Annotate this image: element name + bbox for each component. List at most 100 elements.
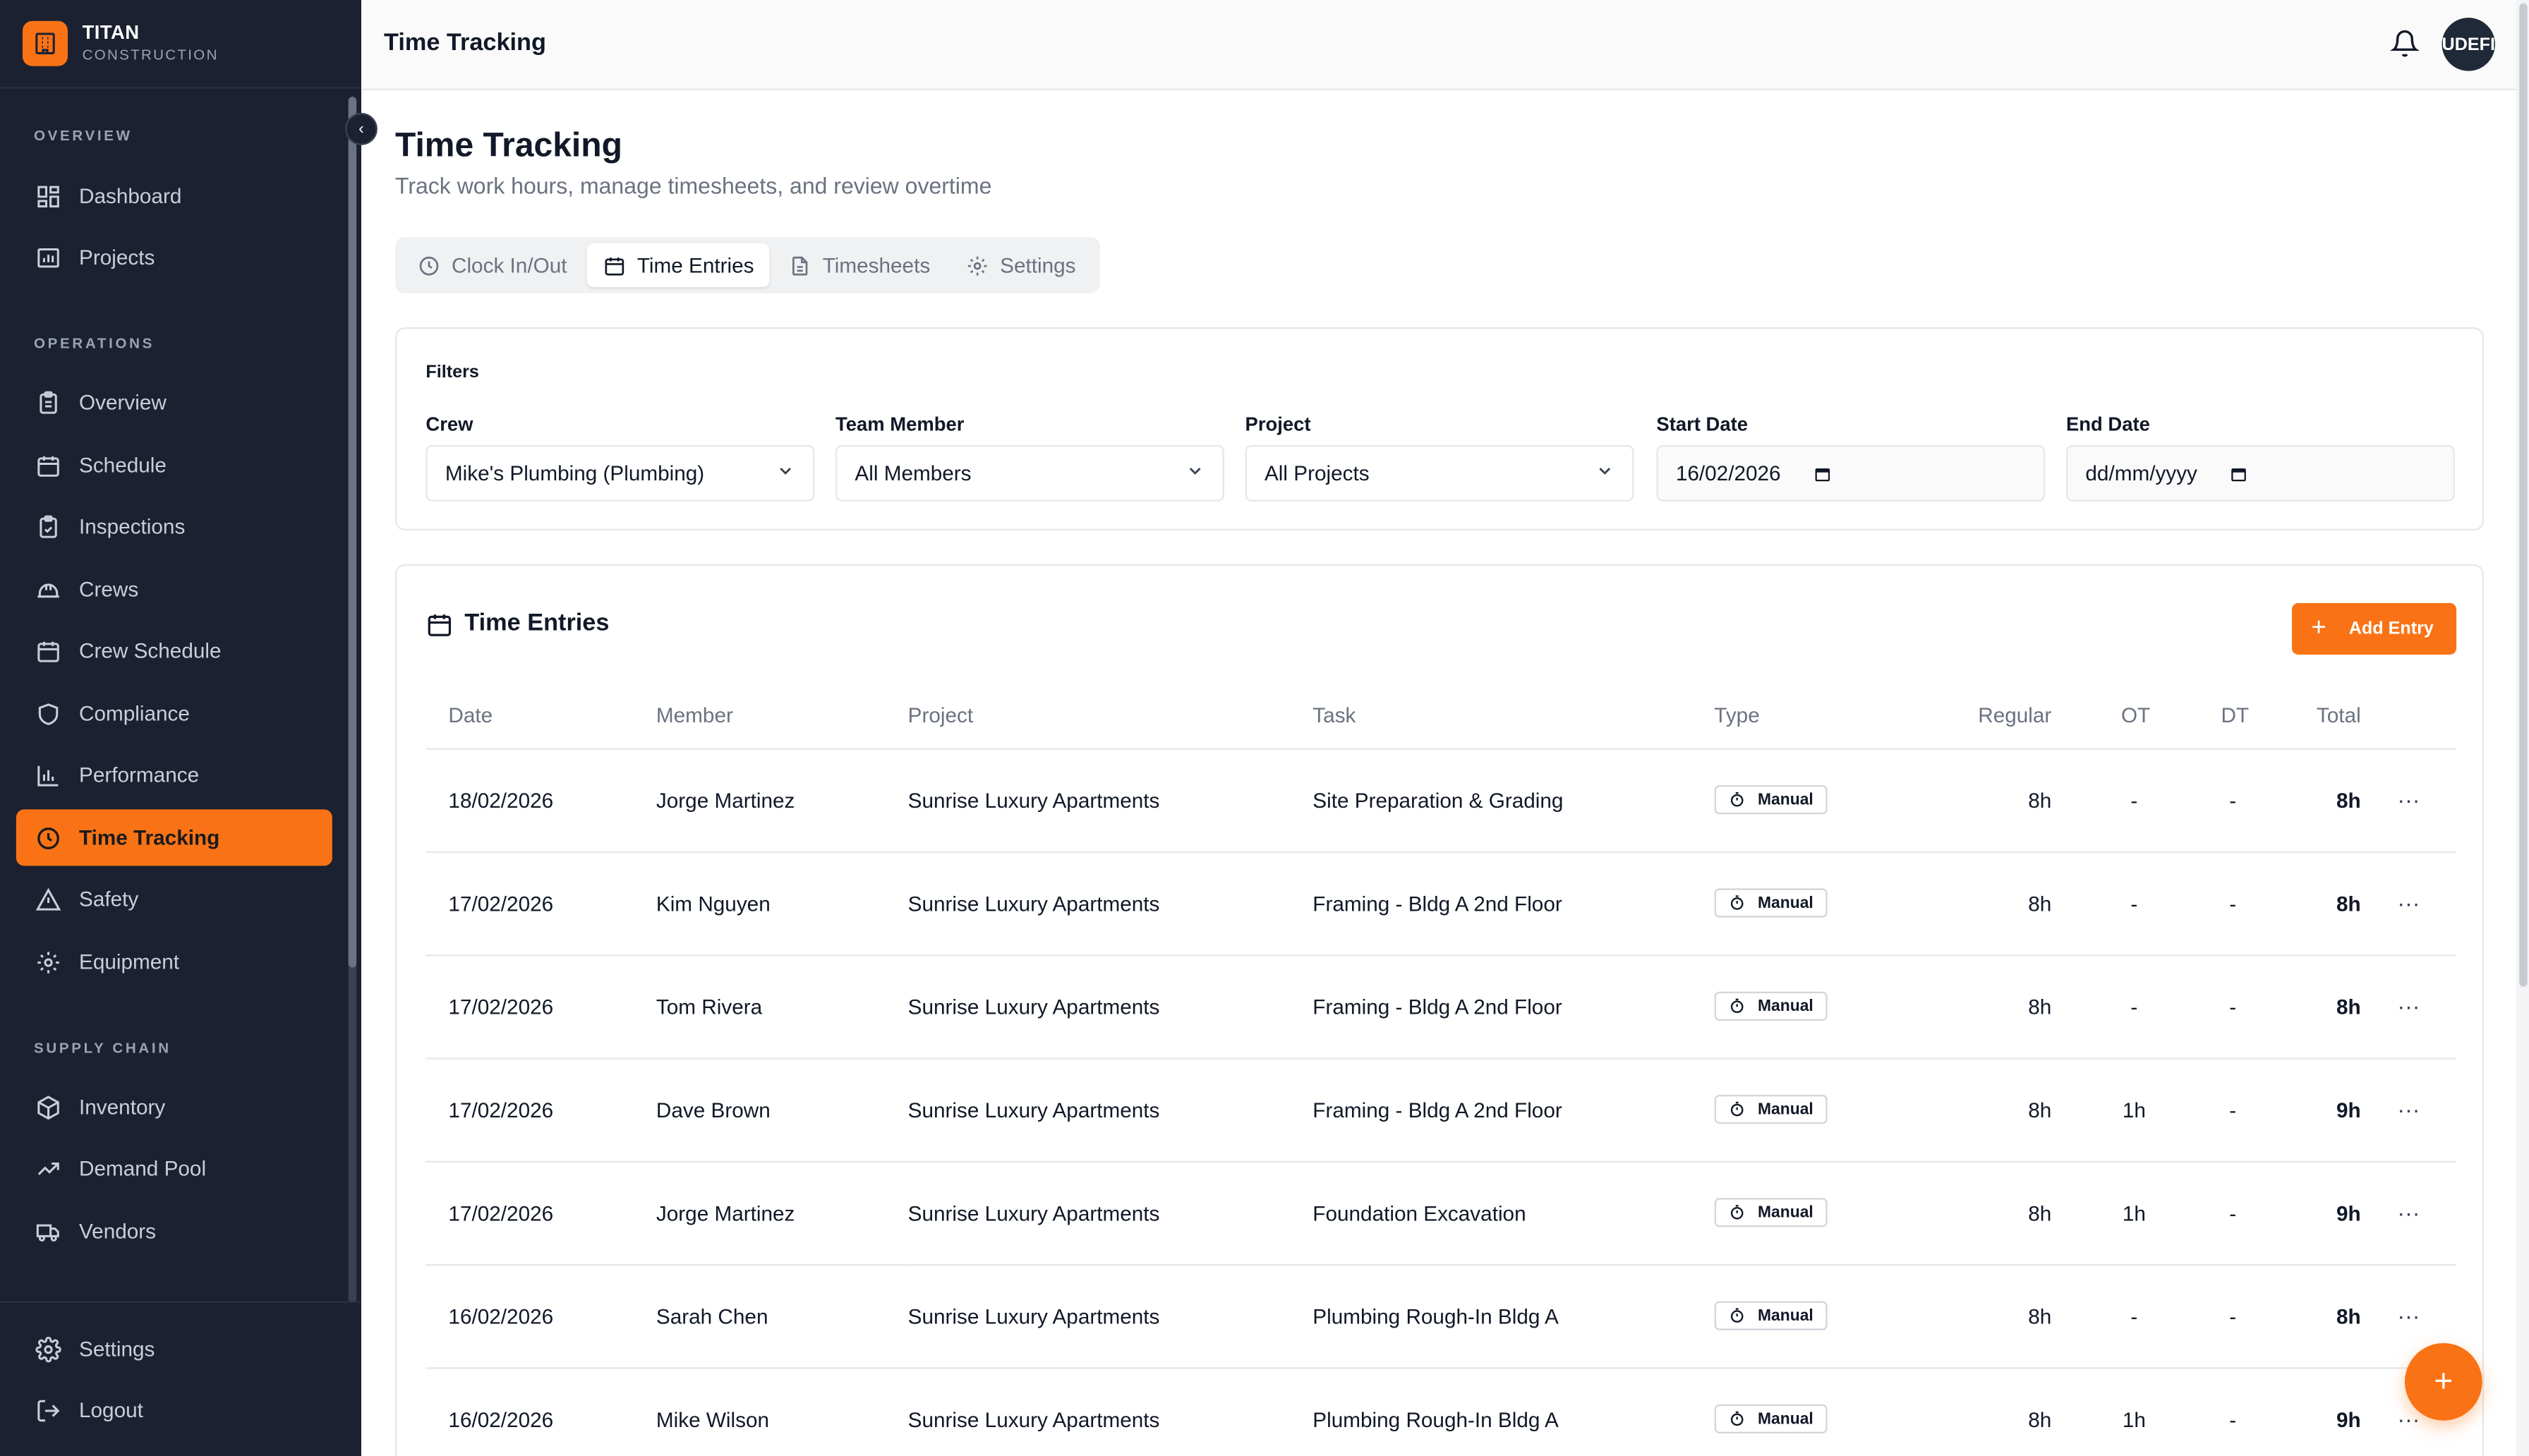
calendar-icon[interactable]	[1813, 463, 1832, 483]
chevron-down-icon	[775, 461, 795, 485]
end-date-placeholder: dd/mm/yyyy	[2085, 461, 2197, 485]
row-actions-button[interactable]: ···	[2360, 748, 2457, 852]
column-header-project[interactable]: Project	[907, 684, 1313, 749]
page-subtitle: Track work hours, manage timesheets, and…	[394, 172, 992, 199]
table-row[interactable]: 16/02/2026 Mike Wilson Sunrise Luxury Apar…	[425, 1367, 2457, 1456]
sidebar-item-performance[interactable]: Performance	[16, 746, 332, 803]
cell-total: 9h	[2249, 1160, 2361, 1266]
cell-member: Sarah Chen	[656, 1263, 908, 1369]
sidebar-item-dashboard[interactable]: Dashboard	[16, 168, 332, 224]
row-actions-button[interactable]: ···	[2360, 954, 2457, 1059]
cell-type: Manual	[1714, 748, 1929, 852]
sidebar-item-settings[interactable]: Settings	[16, 1321, 332, 1377]
sidebar-item-crews[interactable]: Crews	[16, 561, 332, 617]
column-header-total[interactable]: Total	[2249, 684, 2361, 749]
user-avatar[interactable]: UDEFI	[2442, 18, 2495, 71]
add-entry-button[interactable]: + Add Entry	[2291, 602, 2457, 655]
column-header-type[interactable]: Type	[1714, 684, 1929, 749]
page-scrollbar-thumb[interactable]	[2519, 3, 2528, 987]
sidebar-item-inventory[interactable]: Inventory	[16, 1079, 332, 1135]
tab-time-entries[interactable]: Time Entries	[586, 243, 771, 287]
cell-ot-value: -	[2130, 890, 2138, 916]
sidebar-item-label: Overview	[78, 390, 167, 415]
end-date-label: End Date	[2065, 413, 2150, 436]
cell-task: Framing - Bldg A 2nd Floor	[1312, 851, 1715, 956]
column-header-task[interactable]: Task	[1312, 684, 1715, 749]
calendar-icon[interactable]	[2230, 463, 2249, 483]
sidebar-item-projects[interactable]: Projects	[16, 229, 332, 286]
start-date-input[interactable]: 16/02/2026	[1656, 444, 2046, 502]
add-entry-label: Add Entry	[2348, 619, 2434, 639]
cell-ot: -	[2051, 851, 2151, 956]
sidebar-item-vendors[interactable]: Vendors	[16, 1203, 332, 1259]
end-date-input[interactable]: dd/mm/yyyy	[2065, 444, 2455, 502]
sidebar-item-time-tracking[interactable]: Time Tracking	[16, 809, 332, 866]
row-actions-button[interactable]: ···	[2360, 1057, 2457, 1162]
brand-name: TITAN	[82, 21, 140, 44]
sidebar-item-label: Settings	[78, 1336, 155, 1361]
cell-project: Sunrise Luxury Apartments	[907, 1367, 1313, 1456]
sidebar-item-label: Performance	[78, 763, 200, 787]
cell-member: Kim Nguyen	[656, 851, 908, 956]
gear-icon	[966, 254, 989, 277]
sidebar-scrollbar-thumb[interactable]	[348, 97, 357, 968]
sidebar-item-equipment[interactable]: Equipment	[16, 933, 332, 990]
truck-icon	[34, 1217, 63, 1246]
sidebar-item-label: Safety	[78, 887, 139, 911]
sidebar-item-label: Logout	[78, 1397, 143, 1422]
sidebar-item-demand-pool[interactable]: Demand Pool	[16, 1140, 332, 1196]
cell-type: Manual	[1714, 1367, 1929, 1456]
cell-task: Site Preparation & Grading	[1312, 748, 1715, 852]
bell-icon[interactable]	[2389, 29, 2422, 61]
column-header-regular[interactable]: Regular	[1928, 684, 2052, 749]
cell-project: Sunrise Luxury Apartments	[907, 851, 1313, 956]
cell-task: Framing - Bldg A 2nd Floor	[1312, 1057, 1715, 1162]
column-header-member[interactable]: Member	[656, 684, 908, 749]
timer-icon	[1729, 1411, 1745, 1427]
tab-bar: Clock In/Out Time Entries Timesheets Set…	[394, 236, 1100, 293]
clock-icon	[34, 823, 63, 852]
table-row[interactable]: 16/02/2026 Sarah Chen Sunrise Luxury Apart…	[425, 1263, 2457, 1369]
project-select[interactable]: All Projects	[1245, 444, 1634, 502]
more-horizontal-icon: ···	[2397, 1302, 2420, 1329]
column-header-dt[interactable]: DT	[2150, 684, 2250, 749]
tab-timesheets[interactable]: Timesheets	[773, 243, 946, 287]
table-row[interactable]: 17/02/2026 Jorge Martinez Sunrise Luxury A…	[425, 1160, 2457, 1266]
row-actions-button[interactable]: ···	[2360, 851, 2457, 956]
sidebar-item-overview[interactable]: Overview	[16, 374, 332, 430]
tab-settings[interactable]: Settings	[950, 243, 1092, 287]
sidebar-collapse-button[interactable]: ‹	[345, 112, 378, 145]
sidebar-item-crew-schedule[interactable]: Crew Schedule	[16, 622, 332, 679]
table-row[interactable]: 17/02/2026 Kim Nguyen Sunrise Luxury Apart…	[425, 851, 2457, 956]
document-icon	[789, 254, 811, 277]
table-row[interactable]: 18/02/2026 Jorge Martinez Sunrise Luxury A…	[425, 748, 2457, 852]
page-title: Time Tracking	[394, 127, 622, 165]
timer-icon	[1729, 1101, 1745, 1117]
cell-regular: 8h	[1928, 954, 2052, 1059]
table-row[interactable]: 17/02/2026 Dave Brown Sunrise Luxury Apart…	[425, 1057, 2457, 1162]
section-label-operations: OPERATIONS	[33, 335, 155, 352]
cell-project: Sunrise Luxury Apartments	[907, 748, 1313, 852]
sidebar-item-label: Dashboard	[78, 183, 182, 208]
sidebar-item-inspections[interactable]: Inspections	[16, 498, 332, 554]
building-logo-icon	[22, 20, 68, 66]
end-date-filter: End Date dd/mm/yyyy	[2065, 413, 2455, 502]
table-row[interactable]: 17/02/2026 Tom Rivera Sunrise Luxury Apart…	[425, 954, 2457, 1059]
crew-select[interactable]: Mike's Plumbing (Plumbing)	[425, 444, 815, 502]
sidebar-item-safety[interactable]: Safety	[16, 870, 332, 927]
cell-dt-value: -	[2229, 890, 2237, 916]
project-select-value: All Projects	[1264, 461, 1370, 485]
sidebar-item-schedule[interactable]: Schedule	[16, 437, 332, 493]
floating-add-button[interactable]: +	[2404, 1342, 2482, 1421]
row-actions-button[interactable]: ···	[2360, 1160, 2457, 1266]
calendar-icon	[34, 451, 63, 480]
cell-ot-value: -	[2130, 1303, 2138, 1328]
column-header-date[interactable]: Date	[425, 684, 656, 749]
column-header-ot[interactable]: OT	[2051, 684, 2151, 749]
column-header-actions	[2360, 684, 2457, 749]
sidebar-item-compliance[interactable]: Compliance	[16, 685, 332, 741]
member-select[interactable]: All Members	[835, 444, 1224, 502]
brand[interactable]: TITAN CONSTRUCTION	[0, 0, 361, 89]
sidebar-item-logout[interactable]: Logout	[16, 1382, 332, 1438]
tab-clock-in-out[interactable]: Clock In/Out	[402, 243, 583, 287]
